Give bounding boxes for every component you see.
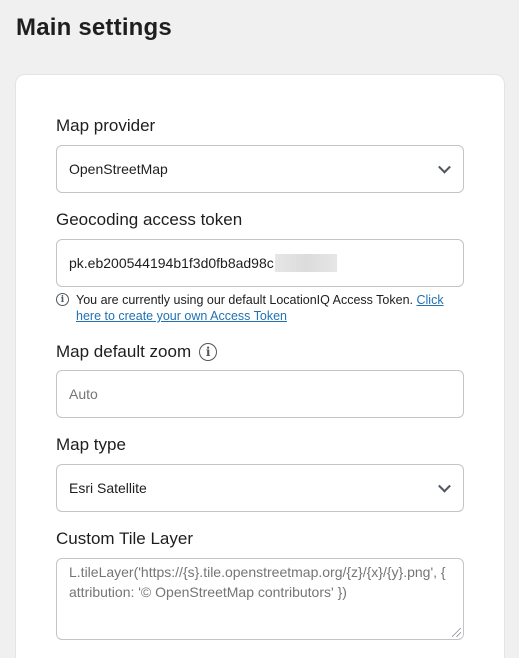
map-type-label-text: Map type (56, 435, 126, 454)
map-provider-label: Map provider (56, 116, 155, 136)
token-notice: i You are currently using our default Lo… (56, 292, 466, 324)
custom-tile-layer-label: Custom Tile Layer (56, 529, 193, 549)
custom-tile-layer-textarea[interactable]: L.tileLayer('https://{s}.tile.openstreet… (56, 558, 464, 640)
page-title: Main settings (16, 14, 172, 41)
map-default-zoom-label-text: Map default zoom (56, 342, 192, 361)
map-type-label: Map type (56, 435, 126, 455)
resize-handle-icon[interactable] (452, 628, 461, 637)
token-notice-text: You are currently using our default Loca… (76, 292, 466, 324)
map-default-zoom-label: Map default zoom i (56, 342, 218, 362)
geocoding-token-label: Geocoding access token (56, 210, 242, 230)
map-type-select[interactable]: Esri Satellite (56, 464, 464, 512)
custom-tile-layer-placeholder: L.tileLayer('https://{s}.tile.openstreet… (69, 564, 446, 600)
redacted-region (274, 254, 337, 272)
info-icon[interactable]: i (199, 343, 218, 361)
map-type-value: Esri Satellite (69, 480, 147, 496)
map-default-zoom-placeholder: Auto (69, 386, 98, 402)
map-provider-value: OpenStreetMap (69, 161, 168, 177)
chevron-down-icon (438, 160, 451, 174)
notice-text: You are currently using our default Loca… (76, 293, 414, 307)
geocoding-token-value: pk.eb200544194b1f3d0fb8ad98c (69, 255, 274, 271)
custom-tile-layer-label-text: Custom Tile Layer (56, 529, 193, 548)
map-provider-label-text: Map provider (56, 116, 156, 135)
geocoding-token-label-text: Geocoding access token (56, 210, 243, 229)
info-icon: i (56, 293, 69, 306)
chevron-down-icon (438, 479, 451, 493)
map-default-zoom-input[interactable]: Auto (56, 370, 464, 418)
map-provider-select[interactable]: OpenStreetMap (56, 145, 464, 193)
geocoding-token-input[interactable]: pk.eb200544194b1f3d0fb8ad98c (56, 239, 464, 287)
